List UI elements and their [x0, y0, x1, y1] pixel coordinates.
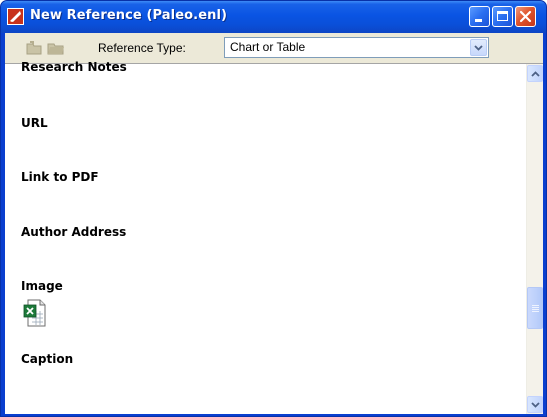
client-area: Reference Type: Chart or Table Research …	[5, 33, 543, 414]
title-bar[interactable]: New Reference (Paleo.enl)	[1, 1, 546, 33]
grip-line	[532, 311, 539, 312]
minimize-button[interactable]	[469, 6, 490, 27]
scroll-thumb[interactable]	[527, 287, 543, 329]
grip-line	[532, 307, 539, 308]
endnote-app-icon[interactable]	[7, 8, 24, 25]
field-label-url: URL	[21, 116, 48, 130]
scroll-down-button[interactable]	[527, 396, 543, 413]
insert-icon[interactable]	[25, 40, 43, 56]
chevron-down-icon	[474, 45, 483, 51]
close-button[interactable]	[515, 6, 536, 27]
window-title: New Reference (Paleo.enl)	[30, 8, 228, 23]
minimize-icon	[475, 19, 482, 22]
chevron-down-icon	[531, 402, 540, 408]
field-label-image: Image	[21, 279, 63, 293]
field-label-caption: Caption	[21, 352, 74, 366]
fields-panel[interactable]: Research Notes URL Link to PDF Author Ad…	[5, 60, 543, 414]
toolbar: Reference Type: Chart or Table	[5, 33, 543, 63]
reference-type-label: Reference Type:	[98, 41, 186, 55]
reference-type-select[interactable]: Chart or Table	[224, 37, 489, 58]
reference-type-value: Chart or Table	[230, 40, 306, 54]
maximize-button[interactable]	[492, 6, 513, 27]
field-label-research-notes: Research Notes	[21, 60, 127, 74]
reference-window: New Reference (Paleo.enl) Reference Type…	[0, 0, 547, 417]
chevron-up-icon	[531, 71, 540, 77]
maximize-icon	[497, 11, 508, 21]
grip-line	[532, 305, 539, 306]
close-icon	[519, 10, 532, 23]
dropdown-button[interactable]	[470, 39, 487, 56]
scroll-up-button[interactable]	[527, 65, 543, 82]
excel-file-icon[interactable]	[23, 299, 47, 327]
vertical-scrollbar[interactable]	[526, 64, 543, 414]
field-label-author-address: Author Address	[21, 225, 127, 239]
grip-line	[532, 309, 539, 310]
field-label-link-to-pdf: Link to PDF	[21, 170, 99, 184]
folder-icon[interactable]	[47, 40, 65, 56]
